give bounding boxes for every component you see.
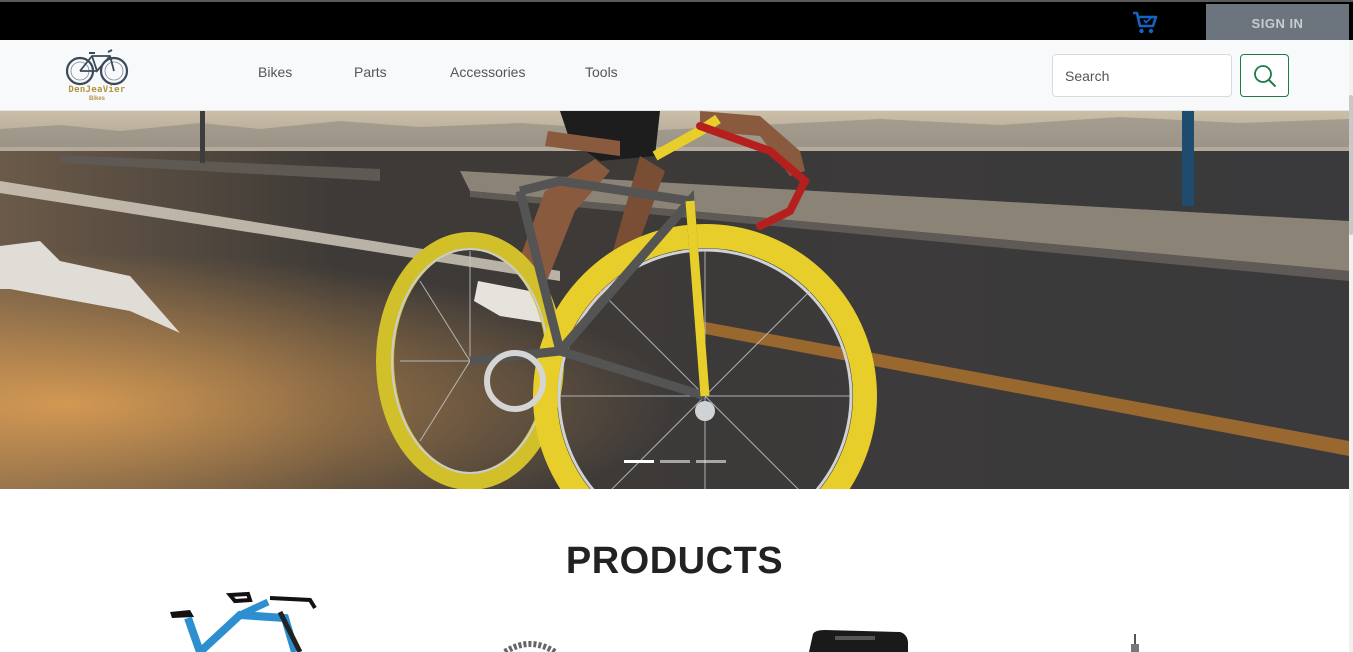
brand-tagline: Bikes <box>88 96 105 102</box>
brand-name: DenJeaVier <box>68 85 126 95</box>
top-bar: SIGN IN <box>0 0 1353 42</box>
main-navbar: DenJeaVier Bikes Bikes Parts Accessories… <box>0 40 1349 111</box>
search-button[interactable] <box>1240 54 1289 97</box>
nav-link-tools[interactable]: Tools <box>585 64 618 80</box>
scrollbar-thumb[interactable] <box>1349 95 1353 235</box>
page-scrollbar[interactable] <box>1349 40 1353 652</box>
carousel-indicators <box>624 460 726 463</box>
carousel-indicator-3[interactable] <box>696 460 726 463</box>
product-light-image[interactable] <box>805 628 910 652</box>
cart-button[interactable] <box>1130 7 1160 37</box>
hero-carousel[interactable] <box>0 111 1349 489</box>
cart-icon <box>1133 11 1158 34</box>
search-input[interactable] <box>1052 54 1232 97</box>
products-heading: PRODUCTS <box>565 540 784 582</box>
product-chainring-image[interactable] <box>500 640 560 652</box>
carousel-indicator-2[interactable] <box>660 460 690 463</box>
sign-in-button[interactable]: SIGN IN <box>1206 4 1349 42</box>
brand-logo[interactable]: DenJeaVier Bikes <box>62 44 132 106</box>
nav-link-accessories[interactable]: Accessories <box>450 64 525 80</box>
product-tool-image[interactable] <box>1128 634 1142 652</box>
nav-link-parts[interactable]: Parts <box>354 64 387 80</box>
bicycle-logo-icon <box>65 49 129 86</box>
nav-link-bikes[interactable]: Bikes <box>258 64 292 80</box>
search-icon <box>1253 64 1276 87</box>
product-bike-image[interactable] <box>160 590 330 652</box>
carousel-indicator-1[interactable] <box>624 460 654 463</box>
hero-cyclist-image <box>0 111 1349 489</box>
